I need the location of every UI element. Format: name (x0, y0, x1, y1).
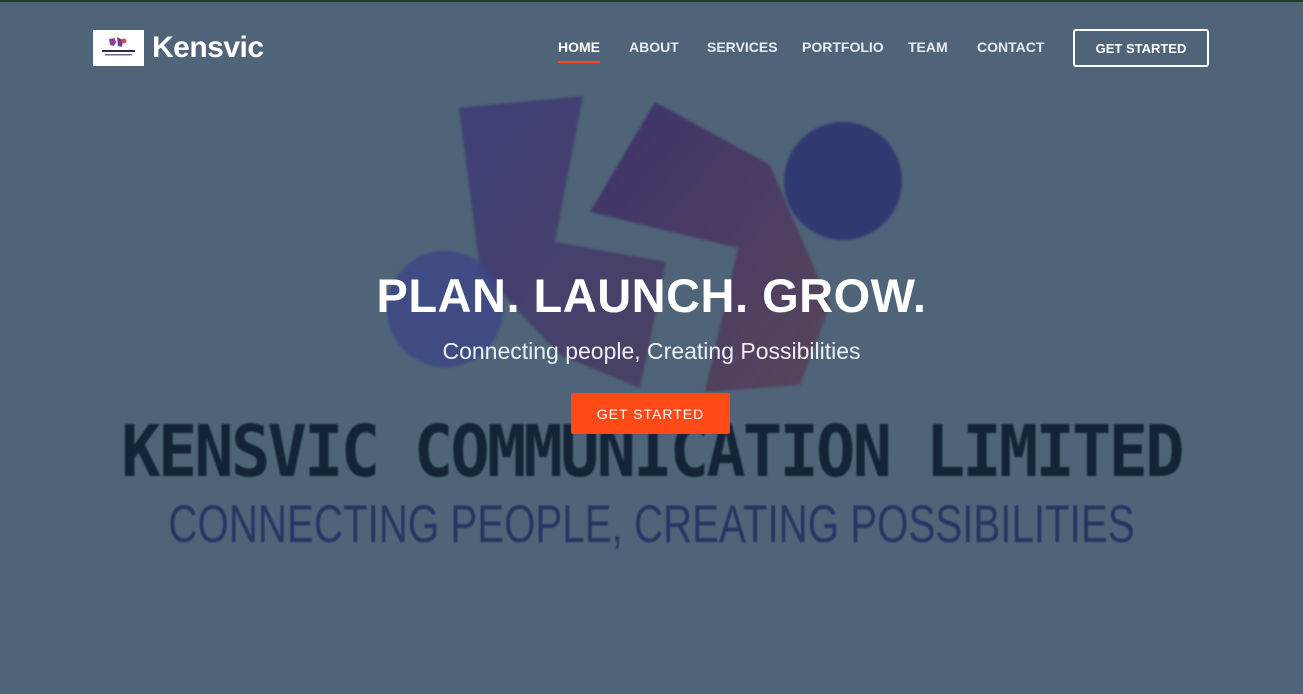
nav-item-services[interactable]: SERVICES (707, 39, 778, 55)
hero-get-started-button[interactable]: GET STARTED (571, 393, 730, 434)
brand-logo[interactable]: Kensvic (93, 30, 264, 66)
kensvic-logo-icon (93, 30, 144, 66)
nav-item-label: CONTACT (977, 39, 1045, 55)
nav-item-label: ABOUT (629, 39, 679, 55)
nav-item-label: PORTFOLIO (802, 39, 884, 55)
header-get-started-button[interactable]: GET STARTED (1073, 29, 1209, 67)
background-tagline: CONNECTING PEOPLE, CREATING POSSIBILITIE… (168, 495, 1135, 554)
site-header: Kensvic HOME ABOUT SERVICES PORTFOLIO TE… (0, 0, 1303, 96)
hero-title: PLAN. LAUNCH. GROW. (376, 269, 927, 322)
nav-item-label: SERVICES (707, 39, 778, 55)
nav-item-label: HOME (558, 39, 600, 55)
nav-item-portfolio[interactable]: PORTFOLIO (802, 39, 884, 55)
nav-item-contact[interactable]: CONTACT (977, 39, 1044, 55)
nav-item-about[interactable]: ABOUT (629, 39, 679, 55)
active-nav-indicator (558, 61, 600, 63)
brand-name: Kensvic (152, 31, 264, 64)
nav-item-label: TEAM (908, 39, 948, 55)
hero-subtitle: Connecting people, Creating Possibilitie… (442, 338, 861, 364)
nav-item-home[interactable]: HOME (558, 39, 600, 63)
nav-item-team[interactable]: TEAM (908, 39, 948, 55)
